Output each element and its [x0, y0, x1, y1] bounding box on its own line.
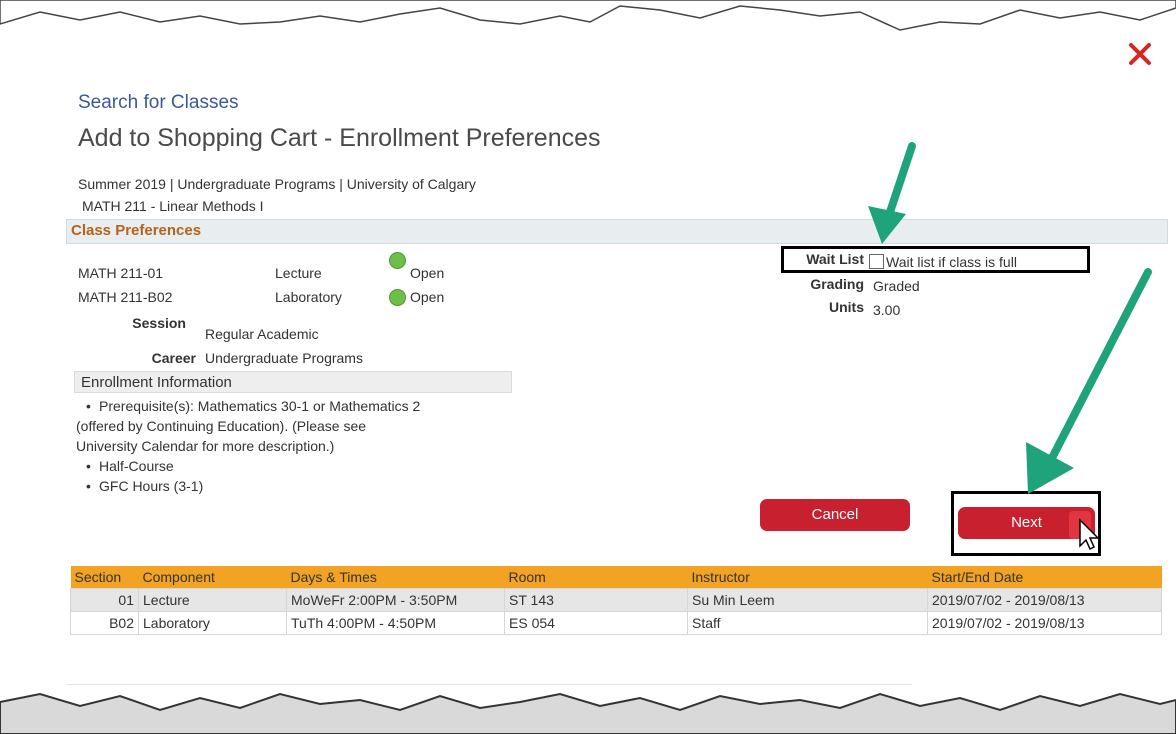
class-preferences-label: Class Preferences [71, 222, 202, 239]
dates-cell: 2019/07/02 - 2019/08/13 [927, 588, 1162, 612]
table-row: 01 Lecture MoWeFr 2:00PM - 3:50PM ST 143… [70, 588, 1162, 612]
class-sections-table: Section Component Days & Times Room Inst… [70, 566, 1162, 635]
table-row: B02 Laboratory TuTh 4:00PM - 4:50PM ES 0… [70, 611, 1162, 635]
days-times-cell: TuTh 4:00PM - 4:50PM [286, 611, 505, 635]
bullet: • [86, 478, 91, 494]
open-status-icon [389, 289, 406, 306]
mouse-cursor-icon [1069, 511, 1100, 551]
prerequisite-line: (offered by Continuing Education). (Plea… [76, 418, 367, 434]
section-code: MATH 211-B02 [78, 289, 173, 305]
table-header-row: Section Component Days & Times Room Inst… [70, 566, 1162, 589]
wait-list-checkbox-label[interactable]: Wait list if class is full [886, 254, 1017, 270]
grading-label: Grading [810, 276, 864, 292]
wait-list-checkbox[interactable] [869, 254, 884, 269]
term-info: Summer 2019 | Undergraduate Programs | U… [78, 176, 476, 192]
close-icon[interactable] [1126, 40, 1154, 68]
half-course-text: Half-Course [99, 458, 174, 474]
session-value: Regular Academic [205, 326, 319, 342]
open-status-icon [389, 252, 406, 269]
component-cell: Lecture [138, 588, 287, 612]
torn-edge-bottom [0, 692, 1176, 734]
section-component: Laboratory [275, 289, 342, 305]
section-status: Open [410, 265, 445, 281]
days-times-cell: MoWeFr 2:00PM - 3:50PM [286, 588, 505, 612]
section-status: Open [410, 289, 445, 305]
column-header: Days & Times [286, 566, 505, 589]
arrow-to-wait-list-icon [868, 142, 916, 244]
prerequisite-line: Prerequisite(s): Mathematics 30-1 or Mat… [99, 398, 421, 414]
career-label: Career [151, 350, 196, 366]
divider [66, 684, 912, 685]
column-header: Instructor [687, 566, 928, 589]
gfc-hours-text: GFC Hours (3-1) [99, 478, 204, 494]
column-header: Start/End Date [927, 566, 1162, 589]
session-label: Session [132, 315, 186, 331]
instructor-cell: Staff [687, 611, 928, 635]
grading-value: Graded [873, 278, 920, 294]
cancel-button[interactable]: Cancel [760, 499, 910, 531]
prerequisite-line: University Calendar for more description… [76, 438, 335, 454]
bullet: • [86, 458, 91, 474]
class-preferences-header: Class Preferences [66, 219, 1168, 244]
section-component: Lecture [275, 265, 322, 281]
section-cell: 01 [70, 588, 139, 612]
search-for-classes-link[interactable]: Search for Classes [78, 92, 239, 114]
component-cell: Laboratory [138, 611, 287, 635]
room-cell: ST 143 [504, 588, 688, 612]
column-header: Component [138, 566, 287, 589]
dates-cell: 2019/07/02 - 2019/08/13 [927, 611, 1162, 635]
career-value: Undergraduate Programs [205, 350, 363, 366]
arrow-to-next-button-icon [1026, 268, 1152, 494]
torn-edge-top [0, 0, 1176, 31]
section-cell: B02 [70, 611, 139, 635]
wait-list-label: Wait List [806, 251, 864, 267]
column-header: Section [70, 566, 139, 589]
units-label: Units [829, 299, 864, 315]
enrollment-information-header: Enrollment Information [74, 371, 512, 393]
bullet: • [86, 398, 91, 414]
units-value: 3.00 [873, 302, 901, 318]
room-cell: ES 054 [504, 611, 688, 635]
course-title: MATH 211 - Linear Methods I [82, 198, 264, 214]
section-code: MATH 211-01 [78, 265, 164, 281]
page-title: Add to Shopping Cart - Enrollment Prefer… [78, 124, 601, 152]
column-header: Room [504, 566, 688, 589]
enrollment-information-label: Enrollment Information [81, 374, 232, 391]
instructor-cell: Su Min Leem [687, 588, 928, 612]
